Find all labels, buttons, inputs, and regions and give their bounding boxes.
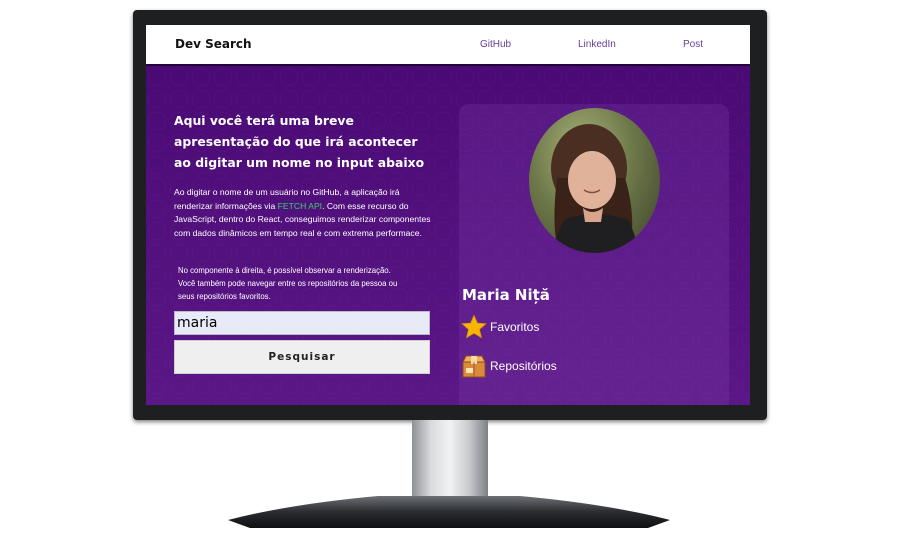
nav-link-linkedin[interactable]: LinkedIn — [578, 39, 616, 50]
favorites-label: Favoritos — [490, 320, 540, 334]
hero-section: Aqui você terá uma breve apresentação do… — [146, 66, 750, 405]
nav-link-github[interactable]: GitHub — [480, 39, 511, 50]
hero-description: Ao digitar o nome de um usuário no GitHu… — [174, 186, 436, 240]
brand-logo[interactable]: Dev Search — [175, 37, 252, 51]
navbar: Dev Search GitHub LinkedIn Post — [146, 25, 750, 66]
hero-note: No componente à direita, é possível obse… — [178, 266, 398, 302]
search-input[interactable] — [174, 311, 430, 335]
profile-name: Maria Niță — [462, 286, 550, 304]
fetch-api-highlight: FETCH API — [277, 200, 323, 211]
profile-card: Maria Niță Favoritos Repositórios — [459, 104, 729, 405]
hero-headline: Aqui você terá uma breve apresentação do… — [174, 113, 425, 170]
nav-link-post[interactable]: Post — [683, 39, 703, 50]
avatar — [529, 108, 660, 253]
repositories-link[interactable]: Repositórios — [461, 351, 557, 381]
screen: Dev Search GitHub LinkedIn Post Aqui voc… — [146, 25, 750, 405]
monitor-stand-base — [228, 496, 670, 528]
monitor-frame: Dev Search GitHub LinkedIn Post Aqui voc… — [133, 10, 767, 420]
repositories-label: Repositórios — [490, 359, 557, 373]
box-icon — [462, 355, 486, 378]
monitor-stand-neck — [412, 420, 488, 496]
avatar-portrait — [549, 124, 641, 253]
favorites-link[interactable]: Favoritos — [461, 312, 539, 342]
star-icon — [461, 314, 487, 339]
search-button[interactable]: Pesquisar — [174, 340, 430, 374]
